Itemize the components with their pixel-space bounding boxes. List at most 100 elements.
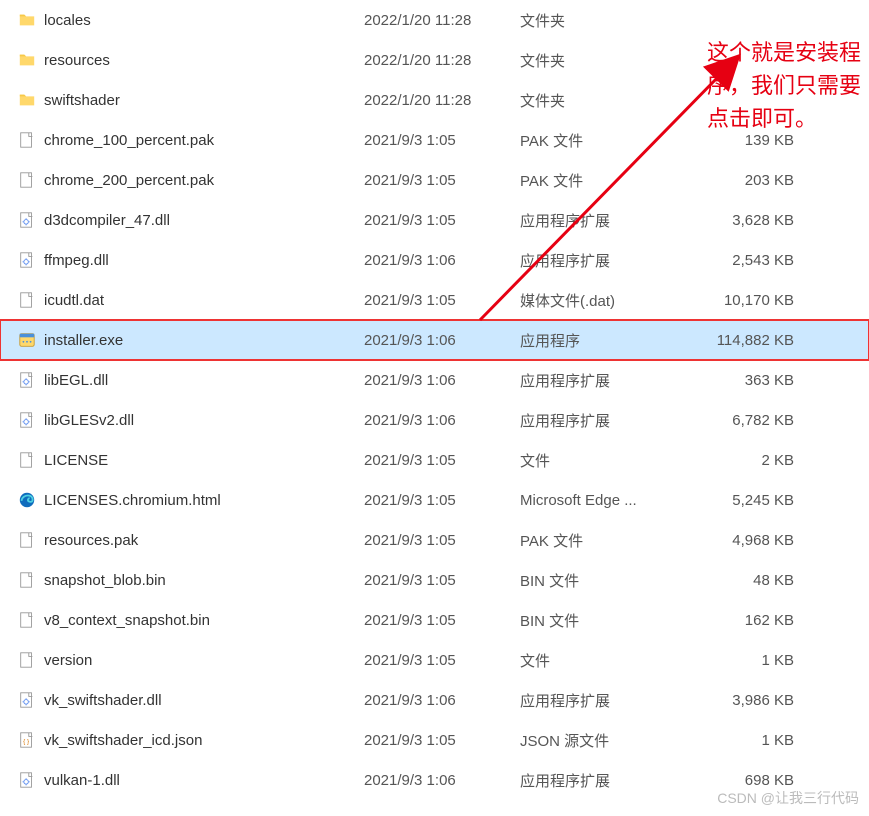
file-name: resources bbox=[44, 52, 110, 69]
file-date: 2021/9/3 1:05 bbox=[364, 452, 520, 469]
file-size: 6,782 KB bbox=[684, 412, 814, 429]
file-row[interactable]: icudtl.dat 2021/9/3 1:05媒体文件(.dat)10,170 … bbox=[0, 280, 869, 320]
file-name: ffmpeg.dll bbox=[44, 252, 109, 269]
file-size: 3,628 KB bbox=[684, 212, 814, 229]
file-name: locales bbox=[44, 12, 91, 29]
file-date: 2021/9/3 1:05 bbox=[364, 532, 520, 549]
file-icon bbox=[18, 531, 36, 549]
folder-icon bbox=[18, 91, 36, 109]
svg-text:{ }: { } bbox=[23, 739, 29, 746]
file-type: 媒体文件(.dat) bbox=[520, 290, 684, 311]
file-size: 1 KB bbox=[684, 732, 814, 749]
dll-icon bbox=[18, 211, 36, 229]
file-size: 48 KB bbox=[684, 572, 814, 589]
file-size: 10,170 KB bbox=[684, 292, 814, 309]
file-icon bbox=[18, 451, 36, 469]
file-date: 2021/9/3 1:05 bbox=[364, 652, 520, 669]
file-row[interactable]: LICENSE2021/9/3 1:05文件2 KB bbox=[0, 440, 869, 480]
file-size: 203 KB bbox=[684, 172, 814, 189]
file-name: swiftshader bbox=[44, 92, 120, 109]
file-size: 1 KB bbox=[684, 652, 814, 669]
file-row[interactable]: vk_swiftshader.dll 2021/9/3 1:06应用程序扩展3,9… bbox=[0, 680, 869, 720]
file-type: 应用程序扩展 bbox=[520, 410, 684, 431]
file-name: chrome_200_percent.pak bbox=[44, 172, 214, 189]
file-type: 文件夹 bbox=[520, 90, 684, 111]
file-name: icudtl.dat bbox=[44, 292, 104, 309]
file-type: Microsoft Edge ... bbox=[520, 492, 684, 509]
file-type: PAK 文件 bbox=[520, 170, 684, 191]
file-date: 2021/9/3 1:05 bbox=[364, 212, 520, 229]
file-date: 2021/9/3 1:06 bbox=[364, 412, 520, 429]
file-name: installer.exe bbox=[44, 332, 123, 349]
file-type: BIN 文件 bbox=[520, 610, 684, 631]
file-name: v8_context_snapshot.bin bbox=[44, 612, 210, 629]
file-row[interactable]: swiftshader2022/1/20 11:28文件夹 bbox=[0, 80, 869, 120]
file-name: d3dcompiler_47.dll bbox=[44, 212, 170, 229]
file-row[interactable]: chrome_200_percent.pak 2021/9/3 1:05PAK 文… bbox=[0, 160, 869, 200]
file-row[interactable]: libEGL.dll2021/9/3 1:06应用程序扩展363 KB bbox=[0, 360, 869, 400]
file-row[interactable]: libGLESv2.dll 2021/9/3 1:06应用程序扩展6,782 KB bbox=[0, 400, 869, 440]
file-type: PAK 文件 bbox=[520, 130, 684, 151]
file-type: 应用程序扩展 bbox=[520, 250, 684, 271]
file-row[interactable]: snapshot_blob.bin 2021/9/3 1:05BIN 文件48 K… bbox=[0, 560, 869, 600]
file-name: version bbox=[44, 652, 92, 669]
file-row[interactable]: vulkan-1.dll2021/9/3 1:06应用程序扩展698 KB bbox=[0, 760, 869, 800]
file-size: 139 KB bbox=[684, 132, 814, 149]
file-date: 2021/9/3 1:05 bbox=[364, 572, 520, 589]
file-type: 应用程序扩展 bbox=[520, 370, 684, 391]
file-size: 114,882 KB bbox=[684, 332, 814, 349]
file-row[interactable]: installer.exe2021/9/3 1:06应用程序114,882 KB bbox=[0, 320, 869, 360]
file-row[interactable]: version2021/9/3 1:05文件1 KB bbox=[0, 640, 869, 680]
file-date: 2021/9/3 1:06 bbox=[364, 692, 520, 709]
file-date: 2021/9/3 1:05 bbox=[364, 292, 520, 309]
file-row[interactable]: v8_context_snapshot.bin 2021/9/3 1:05BIN … bbox=[0, 600, 869, 640]
file-type: PAK 文件 bbox=[520, 530, 684, 551]
file-date: 2021/9/3 1:06 bbox=[364, 772, 520, 789]
folder-icon bbox=[18, 51, 36, 69]
file-name: LICENSES.chromium.html bbox=[44, 492, 221, 509]
file-date: 2022/1/20 11:28 bbox=[364, 52, 520, 69]
file-size: 3,986 KB bbox=[684, 692, 814, 709]
file-name: vulkan-1.dll bbox=[44, 772, 120, 789]
file-icon bbox=[18, 131, 36, 149]
file-date: 2021/9/3 1:05 bbox=[364, 132, 520, 149]
file-row[interactable]: chrome_100_percent.pak2021/9/3 1:05PAK 文… bbox=[0, 120, 869, 160]
file-icon bbox=[18, 651, 36, 669]
file-size: 5,245 KB bbox=[684, 492, 814, 509]
dll-icon bbox=[18, 251, 36, 269]
file-icon bbox=[18, 291, 36, 309]
dll-icon bbox=[18, 771, 36, 789]
file-row[interactable]: { }vk_swiftshader_icd.json2021/9/3 1:05J… bbox=[0, 720, 869, 760]
file-row[interactable]: locales2022/1/20 11:28文件夹 bbox=[0, 0, 869, 40]
file-date: 2022/1/20 11:28 bbox=[364, 12, 520, 29]
file-type: 应用程序扩展 bbox=[520, 210, 684, 231]
file-date: 2021/9/3 1:06 bbox=[364, 252, 520, 269]
file-type: 应用程序 bbox=[520, 330, 684, 351]
file-date: 2021/9/3 1:05 bbox=[364, 612, 520, 629]
file-type: 应用程序扩展 bbox=[520, 690, 684, 711]
file-date: 2021/9/3 1:05 bbox=[364, 172, 520, 189]
file-type: BIN 文件 bbox=[520, 570, 684, 591]
file-icon bbox=[18, 571, 36, 589]
file-name: LICENSE bbox=[44, 452, 108, 469]
file-type: 文件夹 bbox=[520, 50, 684, 71]
json-icon: { } bbox=[18, 731, 36, 749]
file-icon bbox=[18, 171, 36, 189]
file-date: 2021/9/3 1:05 bbox=[364, 732, 520, 749]
file-name: resources.pak bbox=[44, 532, 138, 549]
file-row[interactable]: LICENSES.chromium.html 2021/9/3 1:05Micro… bbox=[0, 480, 869, 520]
file-date: 2021/9/3 1:05 bbox=[364, 492, 520, 509]
file-type: JSON 源文件 bbox=[520, 730, 684, 751]
file-row[interactable]: d3dcompiler_47.dll 2021/9/3 1:05应用程序扩展3,6… bbox=[0, 200, 869, 240]
exe-icon bbox=[18, 331, 36, 349]
file-name: vk_swiftshader.dll bbox=[44, 692, 162, 709]
file-name: snapshot_blob.bin bbox=[44, 572, 166, 589]
folder-icon bbox=[18, 11, 36, 29]
file-row[interactable]: resources 2022/1/20 11:28文件夹 bbox=[0, 40, 869, 80]
file-size: 162 KB bbox=[684, 612, 814, 629]
file-row[interactable]: ffmpeg.dll2021/9/3 1:06应用程序扩展2,543 KB bbox=[0, 240, 869, 280]
file-row[interactable]: resources.pak2021/9/3 1:05PAK 文件4,968 KB bbox=[0, 520, 869, 560]
file-size: 363 KB bbox=[684, 372, 814, 389]
file-name: libGLESv2.dll bbox=[44, 412, 134, 429]
file-size: 698 KB bbox=[684, 772, 814, 789]
